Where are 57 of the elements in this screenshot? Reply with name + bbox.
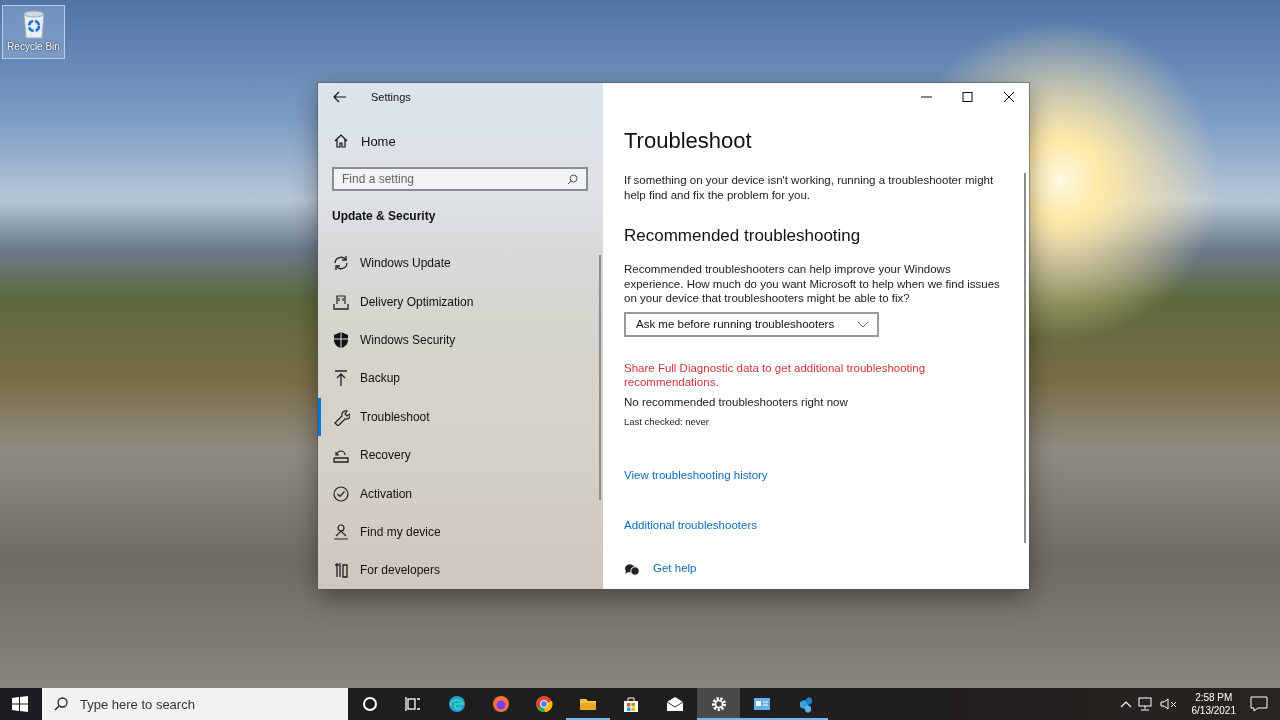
sync-icon bbox=[332, 254, 350, 273]
taskbar-search-field[interactable]: Type here to search bbox=[42, 688, 348, 720]
home-icon bbox=[333, 133, 349, 149]
clock[interactable]: 2:58 PM 6/13/2021 bbox=[1183, 691, 1244, 717]
wrench-icon bbox=[332, 407, 350, 426]
description-text: Recommended troubleshooters can help improve your Windows experience. How much do you want Microsoft to help when we find issues on your device that troubleshooters might be able to fix? bbox=[624, 262, 1001, 306]
nav-item[interactable]: Find my device bbox=[318, 512, 603, 552]
browser-icon bbox=[490, 694, 511, 714]
clock-time: 2:58 PM bbox=[1195, 691, 1233, 704]
nav-item[interactable]: Recovery bbox=[318, 435, 603, 475]
section-heading: Recommended troubleshooting bbox=[624, 225, 862, 247]
shortcut-label: Recycle Bin bbox=[7, 41, 60, 52]
search-field[interactable]: Find a setting bbox=[332, 167, 588, 191]
page-title: Troubleshoot bbox=[624, 127, 753, 155]
tools-icon bbox=[332, 561, 350, 580]
status-text: No recommended troubleshooters right now bbox=[624, 394, 849, 409]
nav-item[interactable]: Windows Update bbox=[318, 244, 603, 283]
search-placeholder: Find a setting bbox=[342, 172, 415, 186]
intro-text: If something on your device isn't working, running a troubleshooter might help find and fix the problem for you. bbox=[624, 173, 995, 202]
window-title: Settings bbox=[371, 91, 411, 103]
browser-icon bbox=[534, 694, 555, 714]
windows-logo-icon bbox=[12, 696, 28, 712]
chat-bubbles-icon bbox=[624, 561, 640, 576]
troubleshooter-dropdown[interactable]: Ask me before running troubleshooters bbox=[624, 311, 879, 337]
nav-item[interactable]: Delivery Optimization bbox=[318, 282, 603, 321]
check-circle-icon bbox=[332, 484, 350, 503]
nav-item[interactable]: Activation bbox=[318, 474, 603, 513]
nav-item[interactable]: Backup bbox=[318, 359, 603, 398]
notification-icon[interactable] bbox=[1250, 696, 1268, 712]
scroll-bar[interactable] bbox=[1024, 173, 1026, 543]
upload-arrow-icon bbox=[332, 369, 350, 388]
link[interactable]: Additional troubleshooters bbox=[624, 518, 757, 533]
get-help-link[interactable]: Get help bbox=[653, 561, 697, 576]
last-checked-text: Last checked: never bbox=[624, 416, 711, 428]
nav-item[interactable]: Windows Security bbox=[318, 320, 603, 360]
person-pin-icon bbox=[332, 522, 350, 541]
recycle-bin-icon bbox=[20, 9, 47, 39]
diagnostic-warning: Share Full Diagnostic data to get additional troubleshooting recommendations. bbox=[624, 360, 927, 390]
shield-icon bbox=[332, 330, 350, 349]
tray-upload-icon bbox=[332, 292, 350, 311]
link[interactable]: View troubleshooting history bbox=[624, 468, 768, 483]
search-icon bbox=[54, 697, 68, 711]
envelope-icon bbox=[664, 694, 685, 714]
chevron-down-icon bbox=[857, 320, 869, 328]
back-arrow-icon[interactable] bbox=[333, 91, 347, 103]
browser-icon bbox=[447, 694, 467, 714]
home-nav-item[interactable]: Home bbox=[318, 123, 603, 159]
chevron-up-icon[interactable] bbox=[1119, 700, 1132, 708]
network-icon[interactable] bbox=[1137, 697, 1154, 711]
taskbar-app-button[interactable] bbox=[696, 688, 741, 720]
scroll-bar[interactable] bbox=[599, 255, 601, 500]
search-icon bbox=[567, 173, 578, 185]
nav-item[interactable]: For developers bbox=[318, 551, 603, 589]
clock-date: 6/13/2021 bbox=[1191, 704, 1236, 717]
search-placeholder: Type here to search bbox=[80, 696, 195, 712]
speaker-muted-icon[interactable] bbox=[1159, 697, 1178, 711]
section-heading: Update & Security bbox=[331, 208, 437, 225]
